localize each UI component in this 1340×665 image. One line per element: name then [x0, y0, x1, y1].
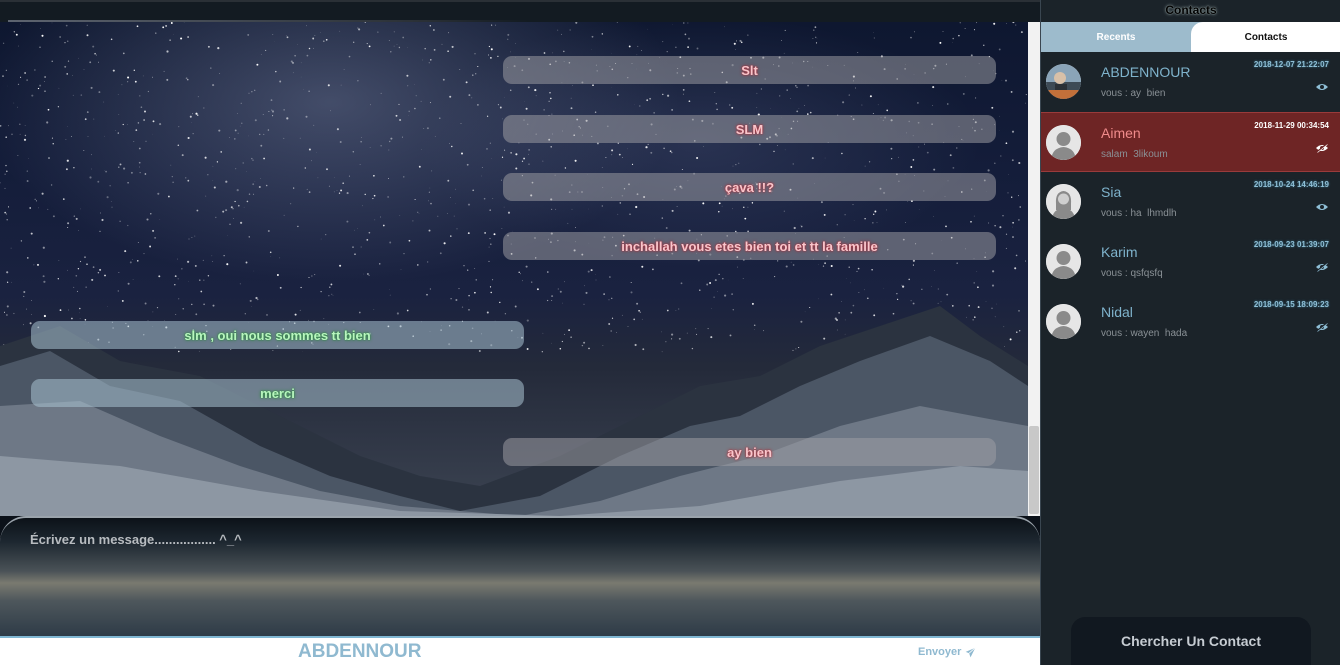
composer	[0, 516, 1040, 636]
contact-timestamp: 2018-12-07 21:22:07	[1253, 60, 1329, 69]
contact-name: Karim	[1101, 244, 1138, 260]
sent-message: Slt	[503, 56, 996, 84]
tab-recents[interactable]: Recents	[1041, 22, 1191, 52]
default-male-avatar	[1046, 125, 1081, 160]
contact-last-message: vous : wayen hada	[1101, 328, 1188, 339]
contact-item[interactable]: Karim vous : qsfqsfq 2018-09-23 01:39:07	[1041, 232, 1340, 292]
contact-last-message: salam 3likoum	[1101, 149, 1168, 160]
contact-last-message: vous : ha lhmdlh	[1101, 208, 1177, 219]
eye-slash-icon	[1316, 143, 1328, 153]
default-male-avatar	[1046, 304, 1081, 339]
eye-slash-icon	[1316, 322, 1328, 332]
sent-message: inchallah vous etes bien toi et tt la fa…	[503, 232, 996, 260]
paper-plane-icon	[966, 646, 976, 657]
send-button[interactable]: Envoyer	[918, 646, 976, 658]
contact-name: Nidal	[1101, 304, 1133, 320]
contact-last-message: vous : qsfqsfq	[1101, 268, 1163, 279]
chat-scrollbar[interactable]	[1028, 22, 1040, 516]
contact-timestamp: 2018-09-15 18:09:23	[1253, 300, 1329, 309]
received-message: slm , oui nous sommes tt bien	[31, 321, 524, 349]
top-strip	[0, 0, 1040, 24]
contact-name: ABDENNOUR	[1101, 64, 1191, 80]
default-female-avatar	[1046, 184, 1081, 219]
sidebar-tabs: Recents Contacts	[1041, 22, 1340, 52]
sent-message: çava !!?	[503, 173, 996, 201]
eye-icon	[1316, 84, 1328, 90]
eye-icon	[1316, 204, 1328, 210]
contact-timestamp: 2018-10-24 14:46:19	[1253, 180, 1329, 189]
chat-area: Slt SLM çava !!? inchallah vous etes bien t…	[0, 22, 1028, 516]
sent-message: ay bien	[503, 438, 996, 466]
current-contact-name: ABDENNOUR	[298, 641, 422, 662]
scroll-thumb[interactable]	[1029, 426, 1039, 514]
default-male-avatar	[1046, 244, 1081, 279]
contact-name: Aimen	[1101, 125, 1141, 141]
search-contact-button[interactable]: Chercher Un Contact	[1071, 617, 1311, 665]
message-input[interactable]	[30, 532, 1010, 628]
contact-item[interactable]: Aimen salam 3likoum 2018-11-29 00:34:54	[1041, 112, 1340, 172]
contact-item[interactable]: ABDENNOUR vous : ay bien 2018-12-07 21:22:…	[1041, 52, 1340, 112]
footer-bar: ABDENNOUR Envoyer	[0, 636, 1040, 665]
tab-contacts[interactable]: Contacts	[1191, 22, 1340, 52]
eye-slash-icon	[1316, 262, 1328, 272]
sent-message: SLM	[503, 115, 996, 143]
contact-timestamp: 2018-09-23 01:39:07	[1253, 240, 1329, 249]
sidebar-title: Contacts	[1165, 3, 1217, 17]
contact-item[interactable]: Sia vous : ha lhmdlh 2018-10-24 14:46:19	[1041, 172, 1340, 232]
contact-item[interactable]: Nidal vous : wayen hada 2018-09-15 18:09:2…	[1041, 292, 1340, 352]
contact-name: Sia	[1101, 184, 1122, 200]
send-label: Envoyer	[918, 646, 962, 658]
contacts-sidebar: Contacts Recents Contacts ABDENNOUR vous …	[1040, 0, 1340, 665]
contact-timestamp: 2018-11-29 00:34:54	[1254, 121, 1329, 130]
contact-last-message: vous : ay bien	[1101, 88, 1166, 99]
received-message: merci	[31, 379, 524, 407]
photo-avatar	[1046, 64, 1081, 99]
